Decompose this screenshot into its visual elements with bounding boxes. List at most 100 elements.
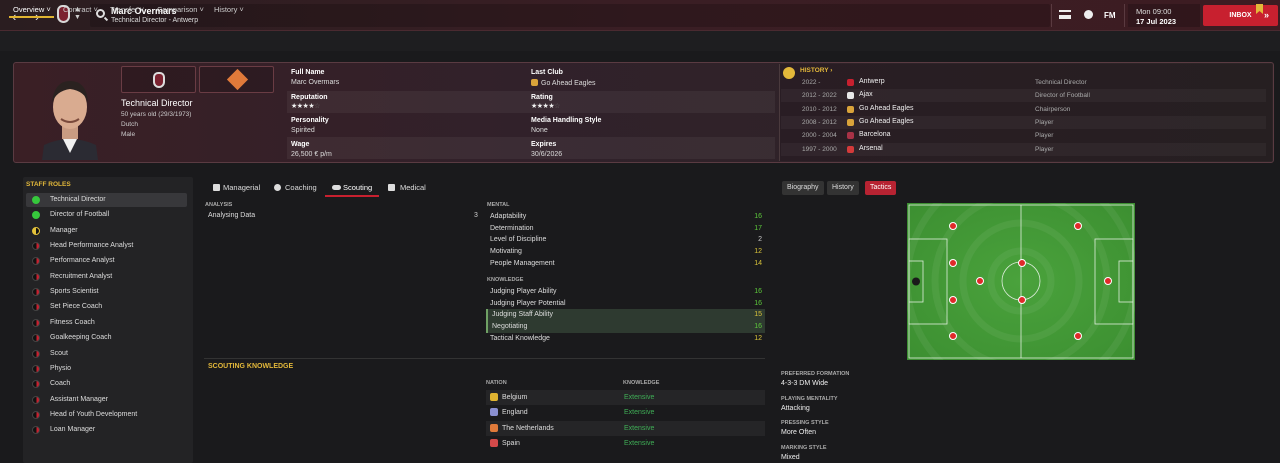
mental-title: MENTAL (487, 202, 510, 208)
role-suitability-icon (32, 426, 40, 435)
staff-role-item[interactable]: Head of Youth Development (26, 408, 187, 422)
attribute-row[interactable]: Judging Staff Ability 15 (486, 309, 765, 321)
nation-row[interactable]: Spain Extensive (486, 436, 765, 451)
tab-coaching[interactable]: Coaching (285, 183, 317, 192)
rating-stars: ★★★★☆ (531, 103, 560, 110)
player-marker (1018, 296, 1026, 304)
nation-badge-box[interactable] (199, 66, 274, 93)
staff-role-item[interactable]: Head Performance Analyst (26, 239, 187, 253)
history-role: Chairperson (1035, 105, 1071, 113)
nation-row[interactable]: Belgium Extensive (486, 390, 765, 405)
staff-role-item[interactable]: Fitness Coach (26, 316, 187, 330)
role-suitability-icon (32, 226, 40, 235)
nation-row[interactable]: The Netherlands Extensive (486, 420, 765, 436)
marking-label: MARKING STYLE (781, 445, 827, 451)
tab-history[interactable]: History ˅ (214, 5, 244, 14)
staff-role-item[interactable]: Technical Director (26, 193, 187, 207)
attribute-row[interactable]: Negotiating 16 (486, 321, 765, 333)
attribute-label: Adaptability (490, 213, 527, 220)
tab-biography[interactable]: Biography (782, 181, 824, 195)
person-subtitle: Technical Director - Antwerp (111, 17, 199, 24)
nation-row[interactable]: England Extensive (486, 405, 765, 420)
staff-role-item[interactable]: Sports Scientist (26, 285, 187, 299)
history-row[interactable]: 2012 - 2022 Ajax Director of Football (781, 89, 1266, 103)
nation-name: Spain (502, 440, 520, 448)
role-suitability-icon (32, 288, 40, 297)
staff-role-item[interactable]: Loan Manager (26, 423, 187, 437)
wage-label: Wage (291, 141, 310, 148)
staff-role-item[interactable]: Scout (26, 347, 187, 361)
role-suitability-icon (32, 364, 40, 373)
tab-transfer[interactable]: Transfer ˅ (110, 5, 144, 14)
attribute-label: Judging Player Ability (490, 288, 557, 295)
attribute-row[interactable]: Motivating 12 (486, 246, 765, 258)
tab-medical[interactable]: Medical (400, 183, 426, 192)
attribute-row[interactable]: Judging Player Potential 16 (486, 298, 765, 310)
staff-role-item[interactable]: Recruitment Analyst (26, 270, 187, 284)
attribute-row[interactable]: Determination 17 (486, 223, 765, 235)
tab-managerial[interactable]: Managerial (223, 183, 260, 192)
history-row[interactable]: 2008 - 2012 Go Ahead Eagles Player (781, 115, 1266, 129)
attribute-value: 12 (754, 248, 762, 256)
attribute-row[interactable]: Tactical Knowledge 12 (486, 333, 765, 345)
history-link[interactable]: HISTORY › (800, 67, 832, 74)
tab-contract[interactable]: Contract ˅ (63, 5, 98, 14)
tab-history-right[interactable]: History (827, 181, 859, 195)
staff-role-label: Goalkeeping Coach (50, 334, 112, 342)
club-badge-box[interactable] (121, 66, 196, 93)
fm-logo[interactable]: FM (1104, 11, 1116, 20)
attribute-row[interactable]: Judging Player Ability 16 (486, 286, 765, 298)
menu-icon[interactable] (1059, 10, 1071, 19)
attribute-value: 16 (754, 213, 762, 220)
knowledge-level: Extensive (624, 440, 655, 448)
staff-role-item[interactable]: Coach (26, 377, 187, 391)
staff-role-item[interactable]: Goalkeeping Coach (26, 331, 187, 345)
attribute-label: Judging Staff Ability (492, 311, 553, 319)
marking-value: Mixed (781, 454, 800, 461)
attribute-row[interactable]: People Management 14 (486, 258, 765, 270)
history-role: Director of Football (1035, 92, 1090, 100)
history-club: Barcelona (859, 131, 891, 139)
attribute-label: Level of Discipline (490, 236, 547, 244)
avatar (42, 81, 98, 160)
analysis-attr-value: 3 (474, 212, 478, 219)
club-icon[interactable] (1084, 10, 1093, 19)
rating-label: Rating (531, 94, 553, 101)
pressing-value: More Often (781, 429, 817, 436)
tab-tactics[interactable]: Tactics (865, 181, 897, 195)
attribute-value: 16 (754, 299, 762, 307)
history-club: Go Ahead Eagles (859, 104, 914, 112)
staff-role-item[interactable]: Performance Analyst (26, 254, 187, 268)
inbox-button[interactable]: INBOX » (1203, 5, 1278, 26)
player-marker (949, 332, 957, 340)
tab-overview[interactable]: Overview ˅ (13, 5, 51, 14)
staff-role-item[interactable]: Set Piece Coach (26, 300, 187, 314)
staff-role-label: Coach (50, 380, 71, 388)
nation-flag-icon (490, 393, 498, 401)
history-row[interactable]: 2000 - 2004 Barcelona Player (781, 129, 1266, 142)
history-years: 2022 - (802, 79, 821, 86)
reputation-stars: ★★★★☆ (291, 103, 320, 110)
history-row[interactable]: 2022 - Antwerp Technical Director (781, 76, 1266, 89)
tab-comparison[interactable]: Comparison ˅ (157, 5, 204, 14)
staff-role-item[interactable]: Assistant Manager (26, 393, 187, 407)
divider (204, 358, 765, 359)
tab-scouting[interactable]: Scouting (343, 183, 372, 192)
attribute-row[interactable]: Level of Discipline 2 (486, 234, 765, 246)
managerial-icon (213, 184, 220, 191)
club-badge-icon (847, 79, 854, 86)
staff-role-item[interactable]: Manager (26, 224, 187, 238)
last-club-value[interactable]: Go Ahead Eagles (531, 79, 596, 87)
player-marker (1074, 332, 1082, 340)
staff-role-item[interactable]: Director of Football (26, 208, 187, 222)
history-years: 1997 - 2000 (802, 145, 837, 153)
medical-icon (388, 184, 395, 191)
role-suitability-icon (32, 349, 40, 358)
history-row[interactable]: 2010 - 2012 Go Ahead Eagles Chairperson (781, 103, 1266, 116)
divider (1124, 4, 1125, 27)
staff-role-item[interactable]: Physio (26, 362, 187, 376)
binoculars-icon (332, 185, 341, 190)
knowledge-level: Extensive (624, 424, 655, 432)
attribute-row[interactable]: Adaptability 16 (486, 211, 765, 223)
history-row[interactable]: 1997 - 2000 Arsenal Player (781, 142, 1266, 156)
